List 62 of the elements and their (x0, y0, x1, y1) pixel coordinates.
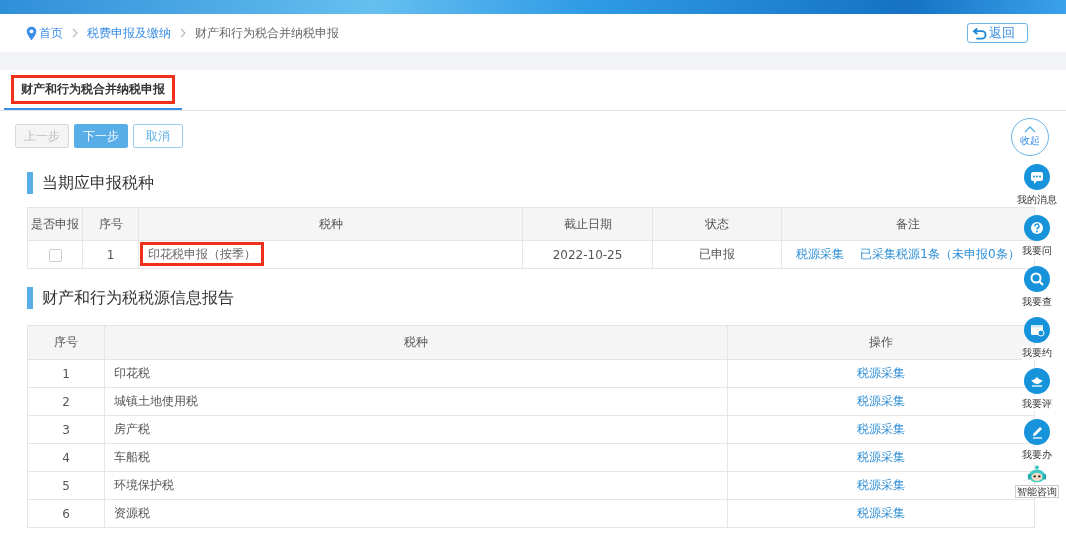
column-header: 序号 (27, 325, 105, 360)
table-cell: 1 (82, 240, 139, 269)
table-cell: 环境保护税 (104, 471, 728, 500)
chevron-icon (179, 28, 187, 38)
calendar-icon[interactable] (1024, 317, 1050, 343)
column-header: 是否申报 (27, 207, 83, 241)
flower-icon[interactable] (1024, 368, 1050, 394)
toolbar-label[interactable]: 我要问 (1022, 244, 1052, 258)
toolbar-label[interactable]: 我要办 (1022, 448, 1052, 462)
toolbar-label[interactable]: 我要约 (1022, 346, 1052, 360)
section-title: 当期应申报税种 (42, 172, 154, 194)
table-cell: 5 (27, 471, 105, 500)
table-cell: 资源税 (104, 499, 728, 528)
link[interactable]: 税源采集 (796, 247, 845, 261)
breadcrumb-link[interactable]: 首页 (39, 24, 63, 42)
link[interactable]: 税源采集 (857, 422, 905, 436)
column-header: 状态 (652, 207, 782, 241)
table-cell: 城镇土地使用税 (104, 387, 728, 416)
link[interactable]: 税源采集 (857, 506, 905, 520)
table-cell: 6 (27, 499, 105, 528)
toolbar-label[interactable]: 我的消息 (1017, 193, 1057, 207)
help-icon[interactable] (1024, 215, 1050, 241)
table-cell: 1 (27, 359, 105, 388)
column-header: 截止日期 (522, 207, 653, 241)
table-cell: 4 (27, 443, 105, 472)
table-cell: 印花税申报（按季） (140, 242, 264, 266)
toolbar-label[interactable]: 我要查 (1022, 295, 1052, 309)
assistant-label[interactable]: 智能咨询 (1015, 485, 1059, 498)
section-marker (27, 172, 33, 194)
column-header: 税种 (138, 207, 523, 241)
section-marker (27, 287, 33, 309)
breadcrumb-link[interactable]: 税费申报及缴纳 (87, 24, 171, 42)
search-icon[interactable] (1024, 266, 1050, 292)
column-header: 备注 (781, 207, 1035, 241)
collapse-button[interactable]: 收起 (1011, 118, 1049, 156)
chat-bubble-icon[interactable] (1024, 164, 1050, 190)
pencil-icon[interactable] (1024, 419, 1050, 445)
return-arrow-icon (972, 26, 988, 40)
link[interactable]: 已采集税源1条（未申报0条） (860, 247, 1020, 261)
back-button[interactable]: 返回 (967, 23, 1028, 43)
link[interactable]: 税源采集 (857, 478, 905, 492)
table-cell: 房产税 (104, 415, 728, 444)
column-header: 序号 (82, 207, 139, 241)
table-cell: 车船税 (104, 443, 728, 472)
checkbox[interactable] (48, 248, 62, 262)
caret-up-icon (1024, 126, 1036, 133)
column-header: 税种 (104, 325, 728, 360)
toolbar-label[interactable]: 我要评 (1022, 397, 1052, 411)
table-cell: 3 (27, 415, 105, 444)
section-title: 财产和行为税税源信息报告 (42, 287, 234, 309)
robot-icon[interactable] (1026, 465, 1048, 485)
link[interactable]: 税源采集 (857, 394, 905, 408)
link[interactable]: 税源采集 (857, 450, 905, 464)
table-cell: 2 (27, 387, 105, 416)
table-cell: 2022-10-25 (522, 240, 653, 269)
link[interactable]: 税源采集 (857, 366, 905, 380)
cancel-button[interactable]: 取消 (133, 124, 183, 148)
next-button[interactable]: 下一步 (74, 124, 128, 148)
chevron-icon (71, 28, 79, 38)
table-cell: 已申报 (652, 240, 782, 269)
location-pin-icon (26, 25, 37, 41)
table-cell: 印花税 (104, 359, 728, 388)
